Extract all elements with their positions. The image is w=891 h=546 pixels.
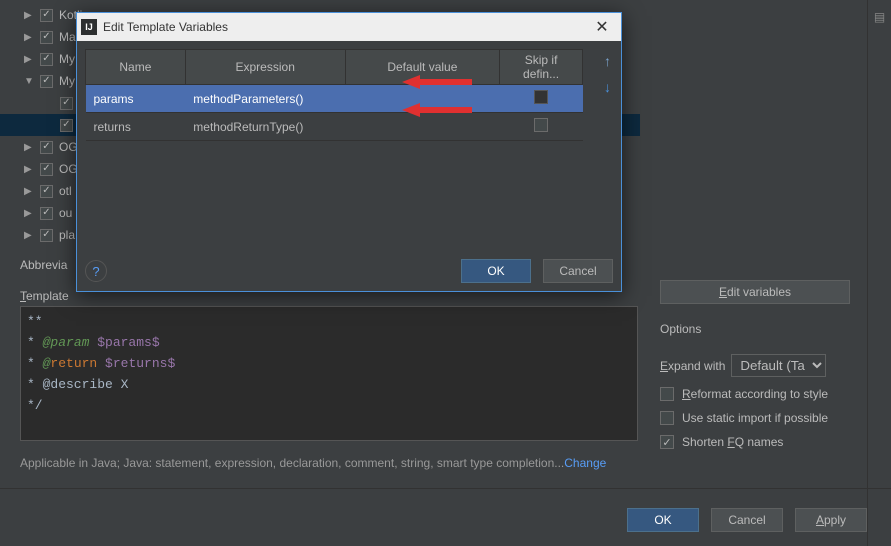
col-default-header[interactable]: Default value — [345, 50, 500, 85]
cancel-button[interactable]: Cancel — [543, 259, 613, 283]
code-line: * @param $params$ — [27, 332, 631, 353]
move-down-icon[interactable]: ↓ — [604, 79, 611, 95]
checkbox[interactable] — [660, 435, 674, 449]
table-row[interactable]: returns methodReturnType() — [86, 113, 583, 141]
tree-checkbox[interactable] — [60, 119, 73, 132]
right-gutter: ▤ — [867, 0, 891, 546]
reorder-controls: ↑ ↓ — [604, 53, 611, 95]
tree-item-label: ou — [59, 206, 72, 220]
skip-checkbox[interactable] — [534, 90, 548, 104]
options-label: Options — [660, 322, 865, 336]
tree-arrow-icon: ▶ — [24, 10, 34, 21]
tree-item-label: My — [59, 74, 75, 88]
checkbox[interactable] — [660, 387, 674, 401]
gutter-icon[interactable]: ▤ — [874, 10, 885, 24]
tree-item-label: pla — [59, 228, 75, 242]
tree-arrow-icon: ▶ — [24, 208, 34, 219]
tree-item-label: otl — [59, 184, 72, 198]
tree-item-label: My — [59, 52, 75, 66]
tree-checkbox[interactable] — [40, 31, 53, 44]
tree-arrow-icon: ▶ — [24, 32, 34, 43]
tree-item-label: OG — [59, 140, 78, 154]
static-import-label: Use static import if possible — [682, 411, 828, 425]
tree-item-label: OG — [59, 162, 78, 176]
edit-template-variables-dialog: IJ Edit Template Variables ✕ Name Expres… — [76, 12, 622, 292]
cell-skip[interactable] — [500, 85, 583, 113]
apply-button[interactable]: Apply — [795, 508, 867, 532]
intellij-icon: IJ — [81, 19, 97, 35]
code-line: * @describe X — [27, 374, 631, 395]
expand-with-select[interactable]: Default (Tab) — [731, 354, 826, 377]
abbreviation-label: Abbrevia — [20, 258, 67, 272]
cell-default[interactable] — [345, 85, 500, 113]
dialog-body: Name Expression Default value Skip if de… — [77, 41, 621, 149]
tree-arrow-icon: ▶ — [24, 230, 34, 241]
cell-expression[interactable]: methodReturnType() — [185, 113, 345, 141]
tree-checkbox[interactable] — [40, 185, 53, 198]
table-row[interactable]: params methodParameters() — [86, 85, 583, 113]
shorten-fq-checkbox-row[interactable]: Shorten FQ names — [660, 435, 865, 449]
cell-expression[interactable]: methodParameters() — [185, 85, 345, 113]
tree-arrow-icon: ▼ — [24, 76, 34, 87]
tree-checkbox[interactable] — [40, 53, 53, 66]
tree-arrow-icon: ▶ — [24, 54, 34, 65]
tree-checkbox[interactable] — [40, 141, 53, 154]
close-icon[interactable]: ✕ — [587, 13, 617, 41]
template-code-editor[interactable]: ** * @param $params$ * @return $returns$… — [20, 306, 638, 441]
reformat-label: Reformat according to style — [682, 387, 828, 401]
change-context-link[interactable]: Change — [564, 456, 606, 470]
tree-checkbox[interactable] — [40, 229, 53, 242]
tree-arrow-icon: ▶ — [24, 164, 34, 175]
col-name-header[interactable]: Name — [86, 50, 186, 85]
code-line: * @return $returns$ — [27, 353, 631, 374]
tree-item-label: Ma — [59, 30, 76, 44]
cancel-button[interactable]: Cancel — [711, 508, 783, 532]
skip-checkbox[interactable] — [534, 118, 548, 132]
dialog-footer: OK Cancel Apply — [0, 488, 891, 536]
tree-checkbox[interactable] — [40, 163, 53, 176]
dialog-footer: ? OK Cancel — [85, 259, 613, 283]
ok-button[interactable]: OK — [627, 508, 699, 532]
shorten-fq-label: Shorten FQ names — [682, 435, 783, 449]
code-line: ** — [27, 311, 631, 332]
dialog-titlebar[interactable]: IJ Edit Template Variables ✕ — [77, 13, 621, 41]
edit-variables-button[interactable]: Edit variables — [660, 280, 850, 304]
col-skip-header[interactable]: Skip if defin... — [500, 50, 583, 85]
checkbox[interactable] — [660, 411, 674, 425]
cell-default[interactable] — [345, 113, 500, 141]
tree-checkbox[interactable] — [40, 75, 53, 88]
right-options-panel: Edit variables Options Expand with Defau… — [660, 280, 865, 449]
static-import-checkbox-row[interactable]: Use static import if possible — [660, 411, 865, 425]
variables-table[interactable]: Name Expression Default value Skip if de… — [85, 49, 583, 141]
dialog-title: Edit Template Variables — [103, 20, 228, 34]
template-text-label: TTemplateemplate — [20, 289, 69, 303]
tree-checkbox[interactable] — [60, 97, 73, 110]
code-line: */ — [27, 395, 631, 416]
tree-checkbox[interactable] — [40, 207, 53, 220]
tree-arrow-icon: ▶ — [24, 142, 34, 153]
reformat-checkbox-row[interactable]: Reformat according to style — [660, 387, 865, 401]
tree-arrow-icon: ▶ — [24, 186, 34, 197]
cell-name[interactable]: params — [86, 85, 186, 113]
move-up-icon[interactable]: ↑ — [604, 53, 611, 69]
help-icon[interactable]: ? — [85, 260, 107, 282]
col-expression-header[interactable]: Expression — [185, 50, 345, 85]
tree-checkbox[interactable] — [40, 9, 53, 22]
expand-with-label: Expand with — [660, 359, 725, 373]
cell-name[interactable]: returns — [86, 113, 186, 141]
ok-button[interactable]: OK — [461, 259, 531, 283]
cell-skip[interactable] — [500, 113, 583, 141]
applicable-contexts: Applicable in Java; Java: statement, exp… — [20, 456, 606, 470]
